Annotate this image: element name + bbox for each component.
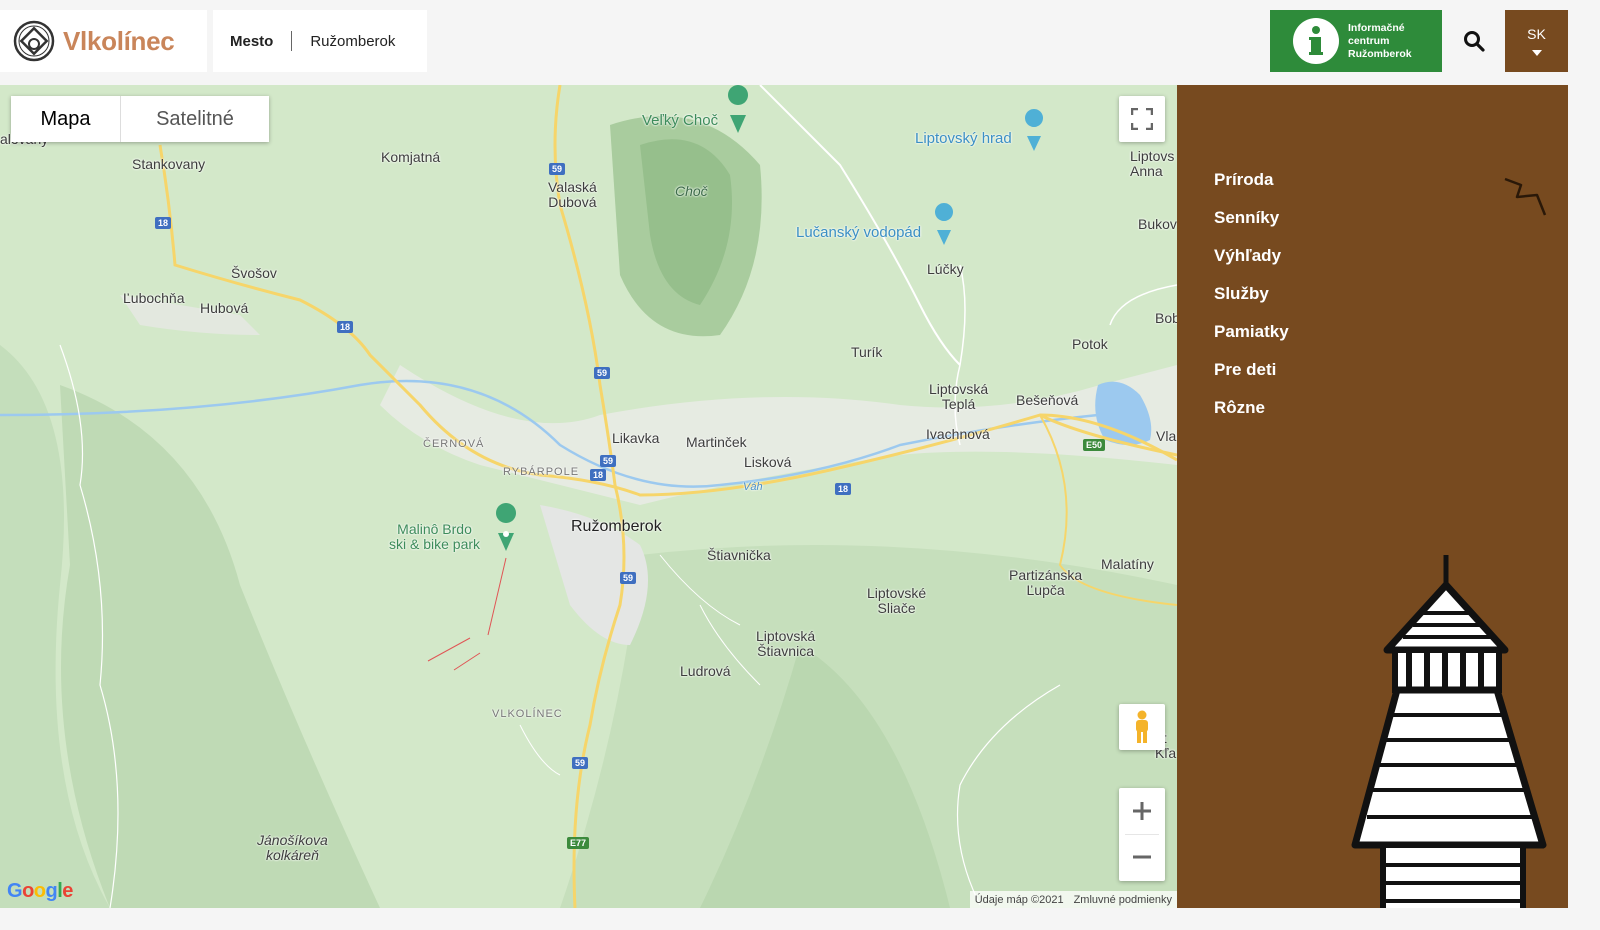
map-label-bukov: Bukov: [1138, 216, 1177, 232]
menu-item-priroda[interactable]: Príroda: [1214, 169, 1289, 207]
road-shield-59: 59: [600, 455, 617, 467]
map-label-liptovska-anna: Liptovs Anna: [1130, 148, 1175, 179]
road-shield-18: 18: [590, 469, 607, 481]
map-label-lubochna: Ľubochňa: [123, 290, 185, 306]
pegman-icon: [1136, 710, 1148, 743]
zoom-out-button[interactable]: [1119, 834, 1165, 880]
map-label-liptovska-tepla: Liptovská Teplá: [929, 381, 989, 412]
road-shield-59: 59: [549, 163, 566, 175]
map-label-janosikova-kolkaren: Jánošíkova kolkáreň: [257, 832, 328, 863]
map-data-credit[interactable]: Údaje máp ©2021: [970, 894, 1069, 906]
menu-item-pre-deti[interactable]: Pre deti: [1214, 359, 1289, 397]
unesco-logo-icon: [13, 20, 55, 62]
map-label-stiavnicka: Štiavnička: [707, 547, 771, 563]
road-shield-59: 59: [620, 572, 637, 584]
chevron-down-icon: [1531, 50, 1542, 56]
map-label-malino-brdo: Malinô Brdo ski & bike park: [389, 521, 481, 552]
map-label-malatiny: Malatíny: [1101, 556, 1154, 572]
logo-text: Vlkolínec: [63, 25, 175, 56]
map-attribution: Údaje máp ©2021 Zmluvné podmienky: [969, 891, 1177, 908]
map-label-besenova: Bešeňová: [1016, 392, 1079, 408]
map-label-ruzomberok: Ružomberok: [571, 518, 662, 535]
zoom-in-button[interactable]: [1119, 788, 1165, 834]
fullscreen-button[interactable]: [1119, 96, 1165, 142]
plus-icon: [1133, 802, 1151, 820]
menu-item-rozne[interactable]: Rôzne: [1214, 397, 1289, 435]
menu-item-pamiatky[interactable]: Pamiatky: [1214, 321, 1289, 359]
map-label-ivachnova: Ivachnová: [926, 426, 990, 442]
zoom-control: [1119, 788, 1165, 881]
zoom-divider: [1125, 834, 1159, 835]
map-label-vlkolinec: VLKOLÍNEC: [492, 708, 563, 720]
page-bottom-strip: [0, 908, 1600, 930]
road-shield-18: 18: [155, 217, 172, 229]
google-logo[interactable]: Google: [7, 880, 73, 903]
language-label: SK: [1527, 26, 1546, 42]
map-label-martincek: Martinček: [686, 434, 747, 450]
road-shield-e77: E77: [567, 837, 590, 849]
map-label-likavka: Likavka: [612, 430, 660, 446]
info-center-label: Informačné centrum Ružomberok: [1348, 21, 1412, 60]
fullscreen-icon: [1131, 108, 1153, 130]
search-icon: [1463, 31, 1485, 52]
map-label-liptovska-stiavnica: Liptovská Štiavnica: [756, 628, 816, 659]
map-label-liskova: Lisková: [744, 454, 792, 470]
language-selector[interactable]: SK: [1505, 10, 1568, 72]
menu-item-vyhlady[interactable]: Výhľady: [1214, 245, 1289, 283]
site-logo[interactable]: Vlkolínec: [0, 10, 207, 72]
map-label-ludrova: Ludrová: [680, 663, 731, 679]
map-label-cernova: ČERNOVÁ: [423, 438, 485, 450]
map-type-control: Mapa Satelitné: [11, 96, 269, 142]
map-label-lucansky-vodopad: Lučanský vodopád: [796, 224, 922, 241]
street-view-button[interactable]: [1119, 704, 1165, 750]
info-center-button[interactable]: Informačné centrum Ružomberok: [1270, 10, 1442, 72]
menu-item-senniky[interactable]: Senníky: [1214, 207, 1289, 245]
category-menu: Príroda Senníky Výhľady Služby Pamiatky …: [1214, 169, 1289, 435]
bell-tower-illustration: [1351, 555, 1547, 908]
road-shield-59: 59: [572, 757, 589, 769]
map-label-svosov: Švošov: [231, 265, 277, 281]
map-label-komjatna: Komjatná: [381, 149, 441, 165]
info-icon: [1293, 18, 1339, 64]
map-label-stankovany: Stankovany: [132, 156, 206, 172]
menu-item-sluzby[interactable]: Služby: [1214, 283, 1289, 321]
breadcrumb-item-mesto[interactable]: Mesto: [230, 33, 273, 50]
breadcrumb-separator: [291, 31, 293, 51]
map-label-partizanska-lupca: Partizánska Ľupča: [1009, 567, 1083, 598]
map-label-bob: Bob: [1155, 310, 1177, 326]
map-label-liptovsky-hrad: Liptovský hrad: [915, 130, 1012, 147]
road-shield-59: 59: [594, 367, 611, 379]
map-label-vla: Vla: [1156, 428, 1177, 444]
road-shield-18: 18: [835, 483, 852, 495]
breadcrumb-item-ruzomberok[interactable]: Ružomberok: [310, 33, 395, 50]
minus-icon: [1133, 855, 1151, 859]
map-label-hubova: Hubová: [200, 300, 249, 316]
map-label-liptovske-sliace: Liptovské Sliače: [867, 585, 927, 616]
map-label-choc: Choč: [675, 183, 708, 199]
map-label-velky-choc: Veľký Choč: [642, 112, 719, 129]
map-label-potok: Potok: [1072, 336, 1108, 352]
site-header: Vlkolínec Mesto Ružomberok Informačné ce…: [0, 0, 1600, 85]
search-button[interactable]: [1442, 10, 1505, 72]
map-type-map-button[interactable]: Mapa: [11, 96, 121, 142]
map-label-valaska-dubova: Valaská Dubová: [548, 179, 597, 210]
map-label-rybarpole: RYBÁRPOLE: [503, 466, 580, 478]
category-sidebar: Príroda Senníky Výhľady Služby Pamiatky …: [1177, 85, 1568, 908]
map-label-vah: Váh: [743, 481, 763, 493]
zigzag-decoration: [1504, 177, 1547, 216]
map-canvas[interactable]: alovany Stankovany Komjatná Valaská Dubo…: [0, 85, 1177, 908]
map-label-lucky: Lúčky: [927, 261, 964, 277]
road-shield-18: 18: [337, 321, 354, 333]
breadcrumb: Mesto Ružomberok: [213, 10, 427, 72]
terms-link[interactable]: Zmluvné podmienky: [1069, 894, 1177, 906]
map-type-satellite-button[interactable]: Satelitné: [121, 96, 269, 142]
map-label-turik: Turík: [851, 344, 883, 360]
road-shield-e50: E50: [1083, 439, 1106, 451]
